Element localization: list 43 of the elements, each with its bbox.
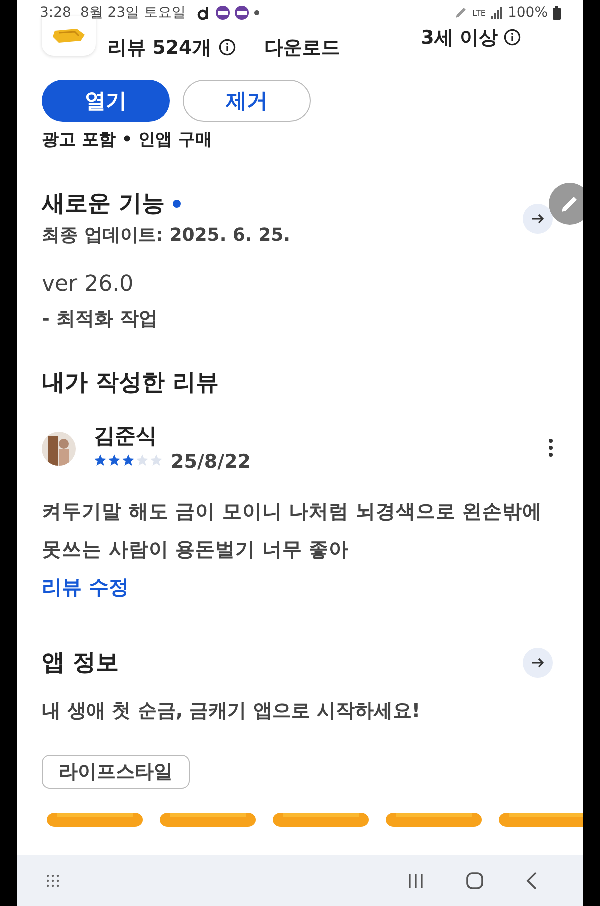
avatar — [42, 432, 76, 466]
star-icon — [150, 454, 163, 467]
star-icon — [136, 454, 149, 467]
battery-icon — [553, 6, 561, 20]
version-text: ver 26.0 — [41, 271, 135, 299]
review-date: 25/8/22 — [171, 450, 251, 475]
back-icon[interactable] — [526, 872, 538, 890]
star-icon — [108, 454, 121, 467]
changelog-text: - 최적화 작업 — [41, 307, 160, 332]
star-icon — [94, 454, 107, 467]
recent-apps-icon[interactable] — [408, 872, 424, 888]
review-text: 켜두기말 해도 금이 모이니 나처럼 뇌경색으로 왼손밖에 못쓰는 사람이 용돈벌기 너무 좋아 — [42, 499, 544, 563]
status-time: 3:28 — [40, 5, 72, 21]
reviewer-name: 김준식 — [94, 423, 158, 449]
section-title: 앱 정보 — [42, 649, 120, 678]
pen-icon — [454, 6, 468, 20]
open-button[interactable]: 열기 — [42, 80, 170, 122]
age-rating: 3세 이상 — [421, 26, 498, 50]
download-label: 다운로드 — [264, 36, 340, 60]
review-count: 리뷰 524개 — [108, 36, 212, 60]
section-title: 내가 작성한 리뷰 — [41, 369, 220, 398]
arrow-button[interactable] — [523, 648, 553, 678]
ads-notice: 광고 포함 • 인앱 구매 — [41, 129, 214, 152]
update-date: 최종 업데이트: 2025. 6. 25. — [42, 224, 290, 248]
signal-icon — [490, 7, 503, 19]
news-app-icon — [235, 6, 250, 20]
network-type: LTE — [472, 8, 486, 18]
section-title: 새로운 기능 — [42, 190, 166, 219]
status-date: 8월 23일 토요일 — [80, 4, 186, 22]
arrow-button[interactable] — [523, 204, 553, 234]
star-icon — [122, 454, 135, 467]
category-chip[interactable]: 라이프스타일 — [42, 755, 190, 789]
home-icon[interactable] — [466, 872, 484, 890]
edit-review-link[interactable]: 리뷰 수정 — [42, 573, 129, 601]
news-app-icon — [216, 6, 230, 20]
uninstall-button[interactable]: 제거 — [183, 80, 311, 122]
apps-grid-icon[interactable] — [47, 874, 59, 886]
info-icon[interactable] — [504, 29, 521, 46]
notification-dot-icon — [254, 10, 260, 16]
app-logo-icon — [197, 6, 212, 20]
info-icon[interactable] — [219, 39, 236, 56]
battery-level: 100% — [508, 5, 548, 21]
app-description: 내 생애 첫 순금, 금캐기 앱으로 시작하세요! — [41, 699, 422, 724]
